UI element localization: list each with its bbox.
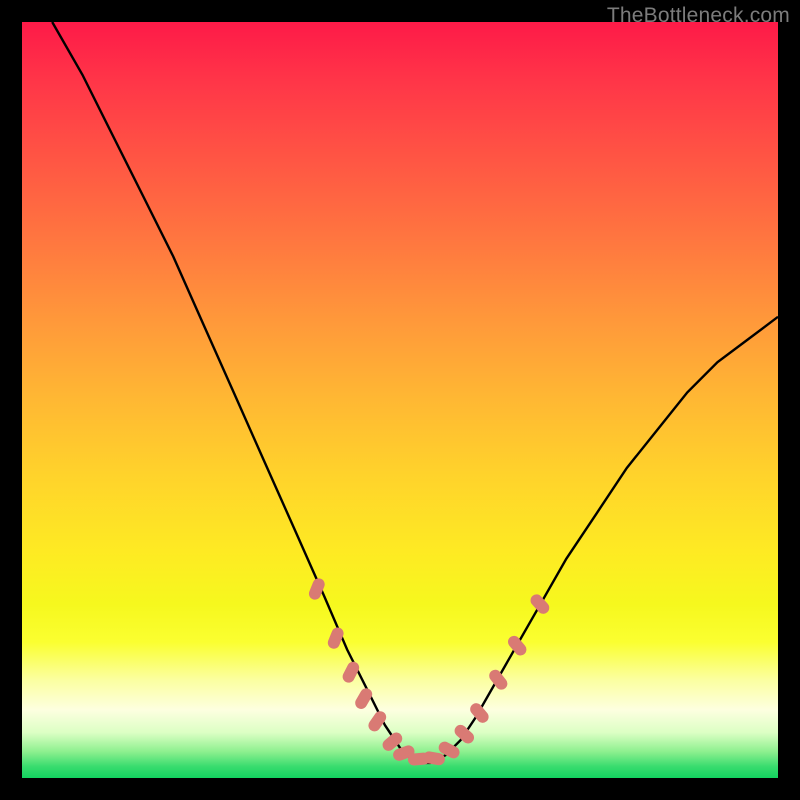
watermark-text: TheBottleneck.com — [607, 4, 790, 28]
chart-plot-area — [22, 22, 778, 778]
